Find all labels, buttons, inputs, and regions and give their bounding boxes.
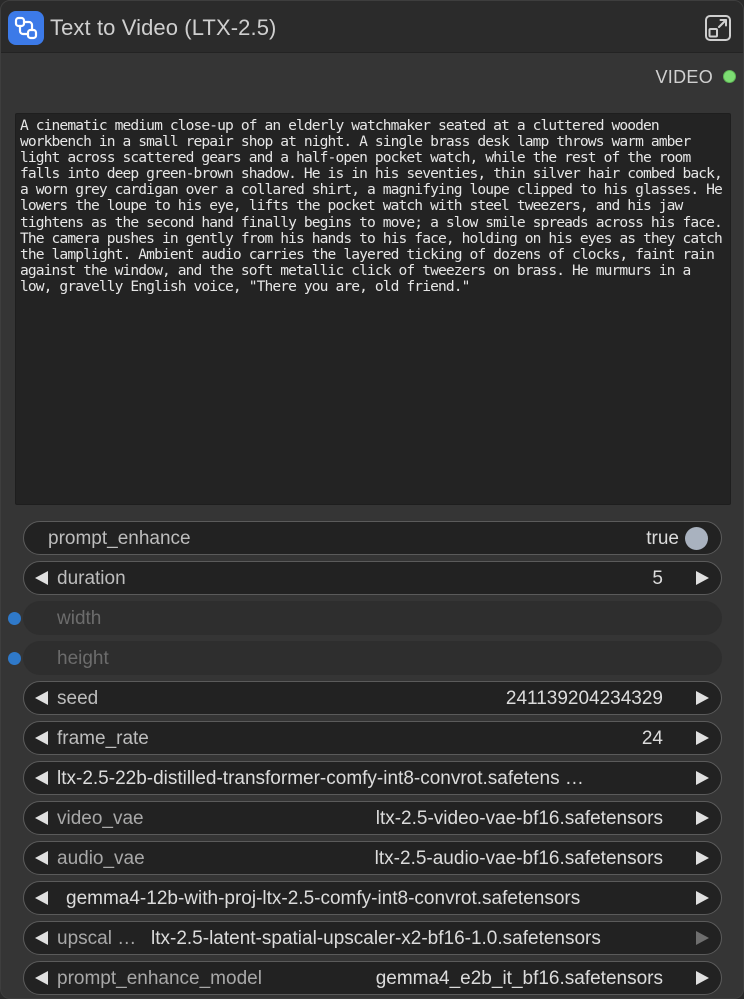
audio-vae-label: audio_vae [57,848,145,869]
prompt-enhance-model-combo-widget[interactable]: prompt_enhance_model gemma4_e2b_it_bf16.… [23,961,722,995]
arrow-right-icon[interactable] [693,689,711,707]
height-widget: height [23,641,722,675]
text-encoder-value: gemma4-12b-with-proj-ltx-2.5-comfy-int8-… [66,888,581,909]
prompt-enhance-model-value: gemma4_e2b_it_bf16.safetensors [375,968,663,989]
arrow-right-icon[interactable] [693,969,711,987]
arrow-right-icon[interactable] [693,729,711,747]
workflow-icon [8,11,44,45]
expand-icon[interactable] [703,13,733,43]
video-vae-combo-widget[interactable]: video_vae ltx-2.5-video-vae-bf16.safeten… [23,801,722,835]
arrow-right-icon[interactable] [693,929,711,947]
seed-label: seed [57,688,99,709]
frame-rate-value: 24 [641,728,663,749]
duration-number-widget[interactable]: duration 5 [23,561,722,595]
prompt-enhance-toggle[interactable]: prompt_enhance true [23,521,722,555]
arrow-left-icon[interactable] [33,569,51,587]
arrow-left-icon[interactable] [33,969,51,987]
seed-number-widget[interactable]: seed 241139204234329 [23,681,722,715]
prompt-textarea[interactable]: A cinematic medium close-up of an elderl… [15,113,731,505]
video-vae-label: video_vae [57,808,144,829]
arrow-left-icon[interactable] [33,889,51,907]
width-widget: width [23,601,722,635]
audio-vae-combo-widget[interactable]: audio_vae ltx-2.5-audio-vae-bf16.safeten… [23,841,722,875]
arrow-left-icon[interactable] [33,769,51,787]
video-output-socket[interactable] [723,70,736,83]
prompt-enhance-model-label: prompt_enhance_model [57,968,262,989]
frame-rate-number-widget[interactable]: frame_rate 24 [23,721,722,755]
arrow-left-icon[interactable] [33,809,51,827]
seed-value: 241139204234329 [505,688,663,709]
video-vae-value: ltx-2.5-video-vae-bf16.safetensors [375,808,663,829]
prompt-enhance-value: true [646,528,679,549]
height-label: height [57,648,109,669]
text-encoder-combo-widget[interactable]: gemma4-12b-with-proj-ltx-2.5-comfy-int8-… [23,881,722,915]
model-combo-widget[interactable]: ltx-2.5-22b-distilled-transformer-comfy-… [23,761,722,795]
node-titlebar[interactable]: Text to Video (LTX-2.5) [1,1,743,53]
audio-vae-value: ltx-2.5-audio-vae-bf16.safetensors [374,848,663,869]
video-output-label: VIDEO [655,67,713,87]
arrow-left-icon[interactable] [33,929,51,947]
width-label: width [57,608,102,629]
arrow-left-icon[interactable] [33,689,51,707]
upscaler-label: upscal … [57,928,137,949]
model-value: ltx-2.5-22b-distilled-transformer-comfy-… [57,768,584,789]
upscaler-combo-widget[interactable]: upscal … ltx-2.5-latent-spatial-upscaler… [23,921,722,955]
prompt-enhance-label: prompt_enhance [48,528,191,549]
node-title: Text to Video (LTX-2.5) [50,15,277,40]
frame-rate-label: frame_rate [57,728,149,749]
upscaler-value: ltx-2.5-latent-spatial-upscaler-x2-bf16-… [151,928,601,949]
arrow-right-icon[interactable] [693,569,711,587]
arrow-left-icon[interactable] [33,729,51,747]
toggle-knob[interactable] [685,527,708,550]
text-to-video-node: Text to Video (LTX-2.5) VIDEO A cinemati… [0,0,744,999]
height-input-socket[interactable] [8,652,21,665]
arrow-right-icon[interactable] [693,889,711,907]
arrow-right-icon[interactable] [693,769,711,787]
arrow-right-icon[interactable] [693,809,711,827]
arrow-left-icon[interactable] [33,849,51,867]
arrow-right-icon[interactable] [693,849,711,867]
duration-label: duration [57,568,126,589]
duration-value: 5 [652,568,663,589]
width-input-socket[interactable] [8,612,21,625]
